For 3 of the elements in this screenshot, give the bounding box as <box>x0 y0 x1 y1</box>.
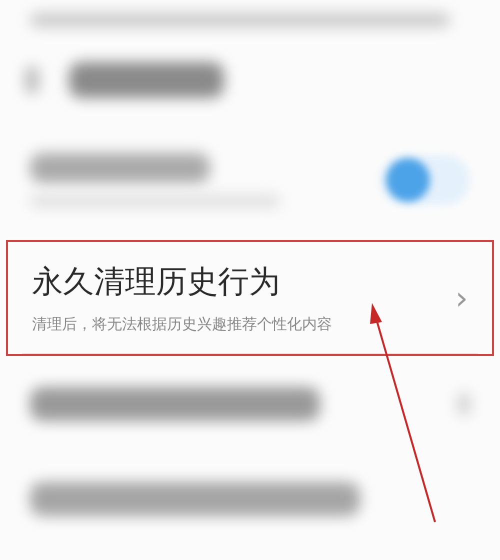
item-subtitle: 清理后，将无法根据历史兴趣推荐个性化内容 <box>32 315 332 334</box>
item-title: 永久清理历史行为 <box>32 263 281 302</box>
chevron-icon: › <box>455 278 468 316</box>
